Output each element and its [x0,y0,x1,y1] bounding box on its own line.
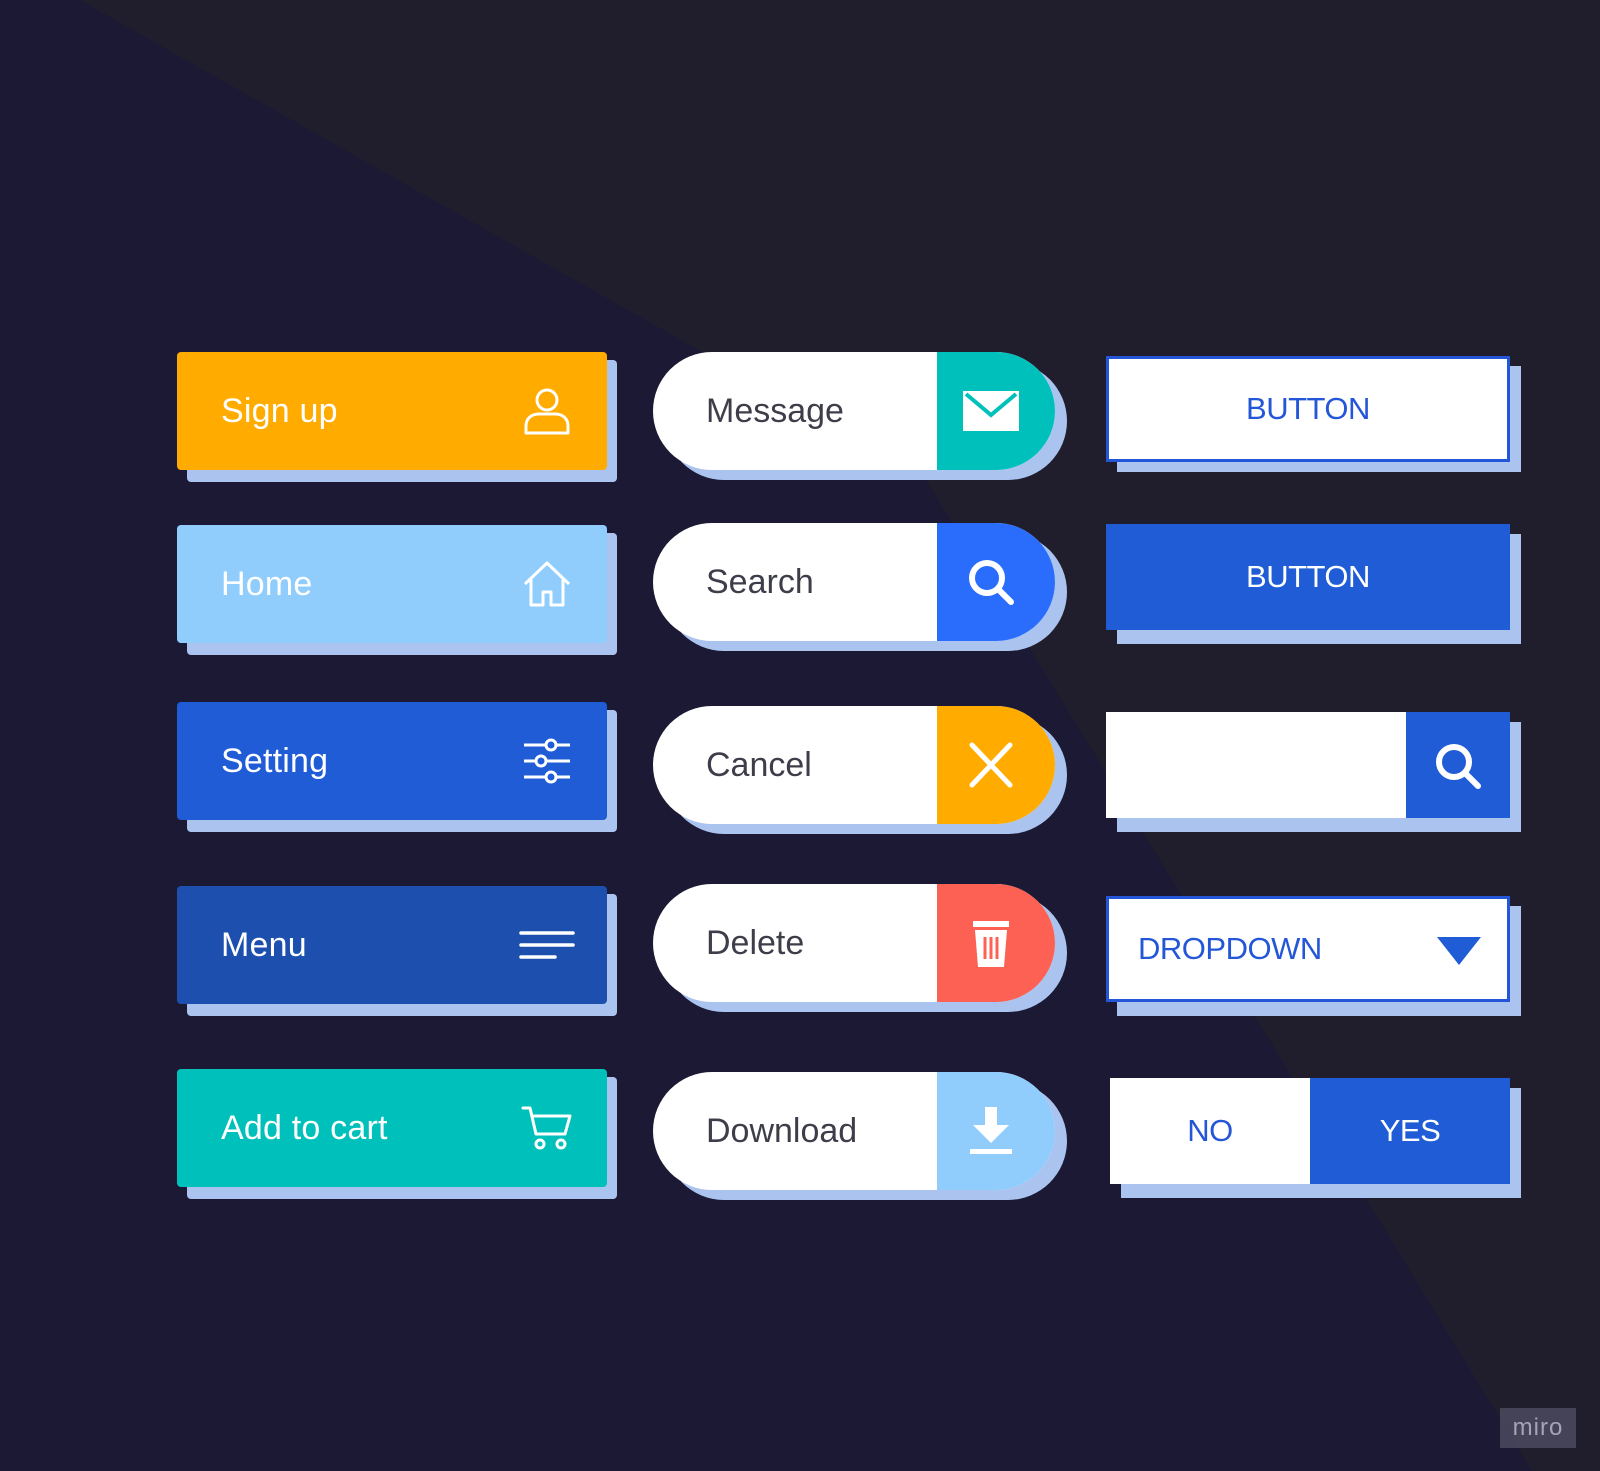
sign-up-label: Sign up [221,392,338,430]
filled-button-label: BUTTON [1246,559,1370,594]
setting-label: Setting [221,742,329,780]
home-label: Home [221,565,313,603]
add-to-cart-label: Add to cart [221,1109,388,1147]
delete-icon-cap [937,884,1055,1002]
search-input-value [1126,712,1406,818]
download-label: Download [706,1112,858,1150]
search-icon [1436,744,1481,789]
sliders-icon [524,738,570,784]
setting-button[interactable]: Setting [177,702,607,820]
search-input[interactable] [1106,712,1406,818]
outline-button[interactable]: BUTTON [1106,356,1510,462]
toggle-yes-option[interactable]: YES [1310,1078,1510,1184]
download-icon-cap [937,1072,1055,1190]
dropdown-label: DROPDOWN [1138,931,1322,966]
caret-down-icon [1437,937,1481,965]
toggle-yes-label: YES [1379,1113,1441,1148]
message-button[interactable]: Message [653,352,1055,470]
add-to-cart-button[interactable]: Add to cart [177,1069,607,1187]
search-submit-button[interactable] [1406,712,1510,818]
menu-button[interactable]: Menu [177,886,607,1004]
close-icon [969,742,1013,788]
home-button[interactable]: Home [177,525,607,643]
delete-label: Delete [706,924,805,962]
menu-label: Menu [221,926,307,964]
home-icon [523,561,571,607]
search-button[interactable]: Search [653,523,1055,641]
delete-button[interactable]: Delete [653,884,1055,1002]
filled-button[interactable]: BUTTON [1106,524,1510,630]
cart-icon [521,1106,572,1150]
toggle-no-label: NO [1187,1113,1233,1148]
toggle-no-option[interactable]: NO [1110,1078,1310,1184]
sign-up-button[interactable]: Sign up [177,352,607,470]
download-button[interactable]: Download [653,1072,1055,1190]
search-icon-cap [937,523,1055,641]
dropdown-select[interactable]: DROPDOWN [1106,896,1510,1002]
user-icon [524,388,570,435]
trash-icon [973,921,1009,967]
mail-icon [963,391,1019,431]
search-icon [969,560,1014,605]
search-label: Search [706,563,814,601]
cancel-label: Cancel [706,746,812,784]
cancel-button[interactable]: Cancel [653,706,1055,824]
download-icon [970,1107,1012,1154]
menu-icon [519,931,575,959]
message-label: Message [706,392,844,430]
message-icon-cap [937,352,1055,470]
cancel-icon-cap [937,706,1055,824]
miro-watermark: miro [1500,1408,1576,1448]
outline-button-label: BUTTON [1246,391,1370,426]
